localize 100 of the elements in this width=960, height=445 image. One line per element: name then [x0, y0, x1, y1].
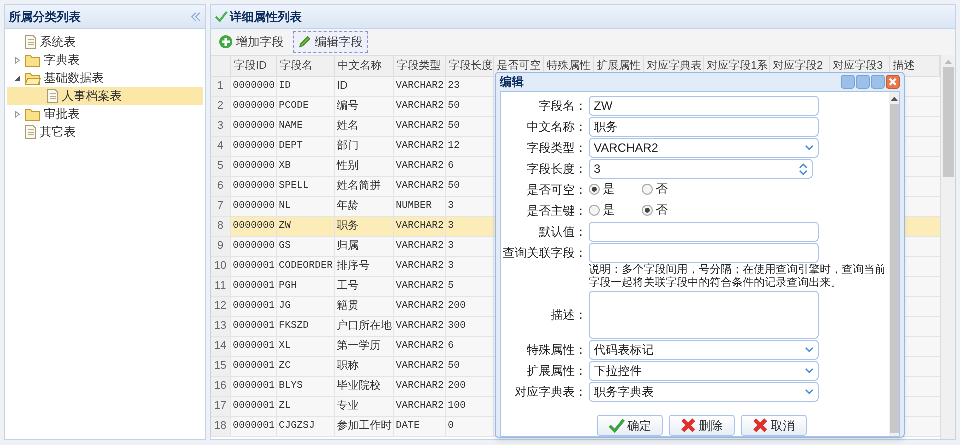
- table-cell-text: 0000001: [233, 320, 276, 334]
- table-cell-text: NUMBER: [396, 200, 432, 214]
- radio-label: 是: [603, 181, 615, 198]
- table-cell-text: 0000000: [233, 240, 276, 254]
- form-label: 查询关联字段：: [503, 245, 588, 262]
- row-number: 13: [214, 319, 227, 334]
- table-cell-text: 0000001: [233, 300, 276, 314]
- table-cell-text: XL: [279, 340, 292, 354]
- table-cell-text: 工号: [337, 279, 359, 294]
- table-cell-text: 专业: [337, 399, 359, 414]
- table-cell-text: ID: [279, 80, 292, 94]
- table-cell-text: FKSZD: [279, 320, 310, 334]
- tree-item-label: 系统表: [40, 34, 76, 51]
- table-cell-text: 12: [448, 140, 460, 154]
- table-cell-text: 50: [448, 100, 460, 114]
- table-cell-text: 0000001: [233, 340, 276, 354]
- row-number: 6: [217, 179, 224, 194]
- form-label: 字段名：: [538, 98, 588, 115]
- panel-title: 所属分类列表: [9, 8, 81, 26]
- table-cell-text: 200: [448, 300, 466, 314]
- table-cell-text: 3: [448, 220, 454, 234]
- table-cell-text: 100: [448, 400, 466, 414]
- table-cell-text: 0000000: [233, 200, 276, 214]
- table-cell-text: VARCHAR2: [396, 340, 444, 354]
- table-cell-text: 0000001: [233, 380, 276, 394]
- table-cell-text: VARCHAR2: [396, 320, 444, 334]
- table-cell-text: 年龄: [337, 199, 359, 214]
- tree-item-label: 审批表: [44, 106, 80, 123]
- table-cell-text: DATE: [396, 420, 420, 434]
- table-cell-text: BLYS: [279, 380, 304, 394]
- form-label: 描述：: [550, 307, 588, 324]
- table-cell-text: 0000000: [233, 220, 276, 234]
- row-number: 3: [217, 119, 224, 134]
- table-cell-text: 0000001: [233, 420, 276, 434]
- table-cell-text: 200: [448, 380, 466, 394]
- row-number: 10: [214, 259, 227, 274]
- table-cell-text: 0000000: [233, 120, 276, 134]
- row-number: 7: [217, 199, 224, 214]
- table-cell-text: 性别: [337, 159, 359, 174]
- row-number: 18: [214, 419, 227, 434]
- form-label: 是否可空：: [526, 182, 588, 199]
- table-cell-text: VARCHAR2: [396, 300, 444, 314]
- table-cell-text: VARCHAR2: [396, 280, 444, 294]
- table-cell-text: VARCHAR2: [396, 160, 444, 174]
- tree-item-label: 其它表: [40, 124, 76, 141]
- table-cell-text: VARCHAR2: [396, 100, 444, 114]
- table-cell-text: PCODE: [279, 100, 310, 114]
- field-note: 说明：多个字段间用，号分隔；在使用查询引擎时，查询当前字段一起将关联字段中的符合条件的记录查询出来。: [589, 264, 887, 290]
- table-cell-text: 50: [448, 120, 460, 134]
- table-cell-text: JG: [279, 300, 292, 314]
- table-cell-text: 毕业院校: [337, 379, 381, 394]
- table-cell-text: 职务: [337, 219, 359, 234]
- row-number: 2: [217, 99, 224, 114]
- table-cell-text: 0000001: [233, 360, 276, 374]
- row-number: 15: [214, 359, 227, 374]
- row-number: 17: [214, 399, 227, 414]
- tree-item-label: 基础数据表: [44, 70, 104, 87]
- table-cell-text: 职称: [337, 359, 359, 374]
- row-number: 11: [214, 279, 226, 294]
- table-cell-text: VARCHAR2: [396, 240, 444, 254]
- table-cell-text: 3: [448, 240, 454, 254]
- table-cell-text: 部门: [337, 138, 359, 154]
- table-cell-text: 户口所在地: [337, 318, 392, 334]
- table-cell-text: 第一学历: [337, 339, 381, 354]
- table-cell-text: 0000000: [233, 180, 276, 194]
- table-cell-text: 6: [448, 340, 454, 354]
- table-cell-text: 姓名简拼: [337, 179, 381, 194]
- table-cell-text: 0000001: [233, 280, 276, 294]
- table-cell-text: 23: [448, 80, 460, 94]
- radio-label: 是: [603, 202, 615, 219]
- form-label: 中文名称：: [526, 119, 588, 136]
- table-cell-text: SPELL: [279, 180, 310, 194]
- table-cell-text: 3: [448, 260, 454, 274]
- form-label: 是否主键：: [526, 203, 588, 220]
- table-cell-text: VARCHAR2: [396, 360, 444, 374]
- table-cell-text: 0000001: [233, 400, 276, 414]
- table-cell-text: ZL: [279, 400, 292, 414]
- table-cell-text: NAME: [279, 120, 304, 134]
- radio-label: 否: [656, 202, 668, 219]
- row-number: 9: [217, 239, 224, 254]
- form-label: 扩展属性：: [526, 363, 588, 380]
- row-number: 1: [217, 79, 224, 94]
- table-cell-text: ID: [337, 79, 348, 94]
- table-cell-text: 300: [448, 320, 466, 334]
- row-number: 12: [214, 299, 227, 314]
- table-cell-text: VARCHAR2: [396, 180, 444, 194]
- table-cell-text: 参加工作时: [337, 419, 392, 434]
- table-cell-text: 0000000: [233, 100, 276, 114]
- form-label: 默认值：: [538, 224, 588, 241]
- table-cell-text: 6: [448, 160, 454, 174]
- table-cell-text: VARCHAR2: [396, 140, 444, 154]
- form-label: 对应字典表：: [514, 384, 588, 401]
- table-cell-text: DEPT: [279, 140, 304, 154]
- table-cell-text: CODEORDER: [279, 260, 334, 274]
- table-cell-text: ZW: [279, 220, 292, 234]
- table-cell-text: 归属: [337, 239, 359, 254]
- form-label: 字段类型：: [526, 140, 588, 157]
- table-cell-text: 50: [448, 360, 460, 374]
- table-cell-text: VARCHAR2: [396, 400, 444, 414]
- table-cell-text: PGH: [279, 280, 298, 294]
